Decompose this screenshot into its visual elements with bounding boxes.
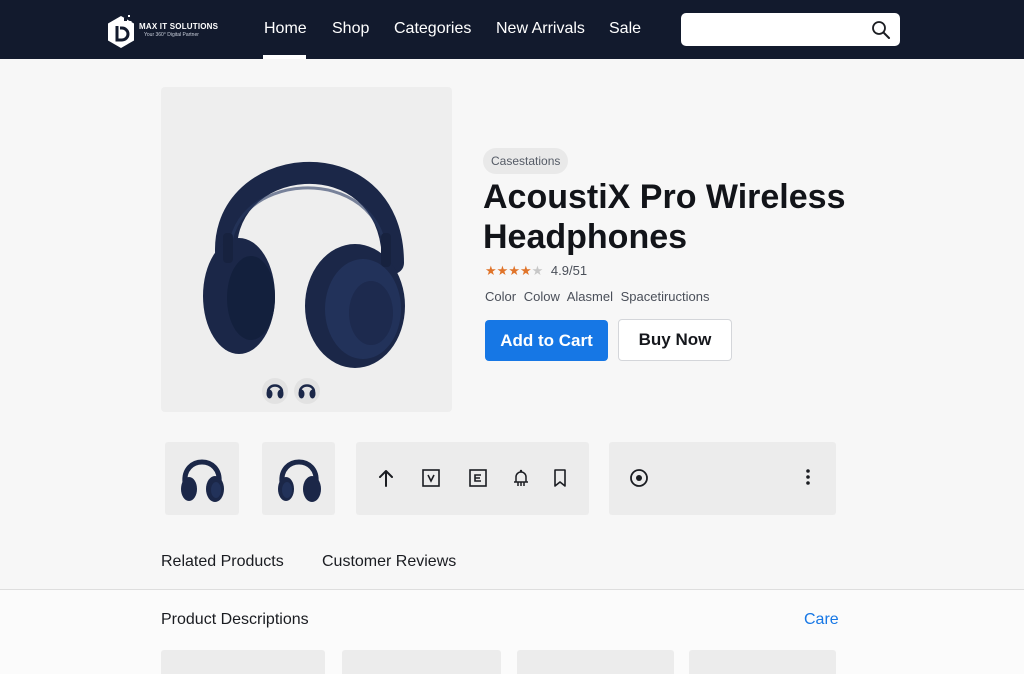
brand-tagline: Your 360° Digital Partner <box>144 32 199 38</box>
option-alasmel[interactable]: Alasmel <box>567 289 613 304</box>
nav-sale[interactable]: Sale <box>609 20 641 38</box>
rating: ★★★★★ 4.9/51 <box>485 263 587 279</box>
star-icon: ★ <box>519 263 532 278</box>
bell-icon[interactable] <box>509 466 533 490</box>
tab-related-products[interactable]: Related Products <box>161 553 284 571</box>
product-thumbnail-2[interactable] <box>262 442 335 515</box>
search-box <box>681 13 900 46</box>
top-navbar: MAX IT SOLUTIONS Your 360° Digital Partn… <box>0 0 1024 59</box>
nav-categories[interactable]: Categories <box>394 20 471 38</box>
tab-customer-reviews[interactable]: Customer Reviews <box>322 553 456 571</box>
nav-home[interactable]: Home <box>264 20 307 38</box>
search-icon[interactable] <box>871 20 891 40</box>
star-icon: ★ <box>496 263 509 278</box>
description-card-2[interactable] <box>342 650 501 674</box>
lower-section <box>0 590 1024 674</box>
secondary-toolbar <box>609 442 836 515</box>
e-box-icon[interactable] <box>466 466 490 490</box>
product-thumbnail-1[interactable] <box>165 442 239 515</box>
buy-now-button[interactable]: Buy Now <box>618 319 732 361</box>
radio-target-icon[interactable] <box>627 466 651 490</box>
care-link[interactable]: Care <box>804 611 839 629</box>
category-badge[interactable]: Casestations <box>483 148 569 174</box>
more-vertical-icon[interactable] <box>796 466 820 490</box>
rating-text: 4.9/51 <box>550 263 588 278</box>
description-card-3[interactable] <box>517 650 674 674</box>
description-card-1[interactable] <box>161 650 325 674</box>
description-card-4[interactable] <box>689 650 836 674</box>
product-title: AcoustiX Pro Wireless Headphones <box>483 178 846 256</box>
nav-new-arrivals[interactable]: New Arrivals <box>496 20 585 38</box>
hexagon-logo-icon <box>108 15 134 48</box>
gallery-dot-1[interactable] <box>262 378 288 404</box>
arrow-up-icon[interactable] <box>374 466 398 490</box>
star-icon: ★ <box>485 263 497 278</box>
brand-logo[interactable]: MAX IT SOLUTIONS Your 360° Digital Partn… <box>106 14 226 50</box>
search-input[interactable] <box>689 19 859 40</box>
action-toolbar <box>356 442 589 515</box>
option-specifications[interactable]: Spacetiructions <box>621 289 710 304</box>
star-rating: ★★★★★ <box>485 263 547 278</box>
star-empty-icon: ★ <box>531 263 544 278</box>
gallery-dot-2[interactable] <box>294 378 320 404</box>
bookmark-icon[interactable] <box>548 466 572 490</box>
option-colow[interactable]: Colow <box>524 289 560 304</box>
option-color[interactable]: Color <box>485 289 516 304</box>
brand-name: MAX IT SOLUTIONS <box>139 22 219 31</box>
nav-shop[interactable]: Shop <box>332 20 369 38</box>
add-to-cart-button[interactable]: Add to Cart <box>485 320 608 361</box>
star-icon: ★ <box>508 263 520 278</box>
headphones-image[interactable] <box>203 113 409 375</box>
dropdown-box-icon[interactable] <box>419 466 443 490</box>
section-title: Product Descriptions <box>161 611 309 628</box>
product-image-panel <box>161 87 452 412</box>
nav-active-indicator <box>263 55 306 59</box>
product-options: Color Colow Alasmel Spacetiructions <box>485 289 714 304</box>
